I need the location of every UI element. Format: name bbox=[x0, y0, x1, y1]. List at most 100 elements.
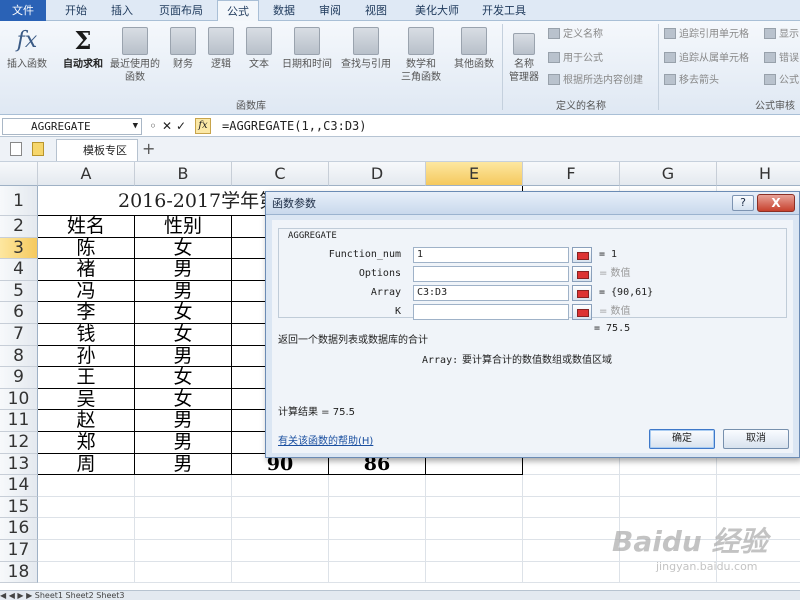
row-header-14[interactable]: 14 bbox=[0, 475, 38, 497]
cell-c18[interactable] bbox=[232, 561, 329, 584]
cell-d16[interactable] bbox=[329, 518, 426, 540]
dialog-titlebar[interactable]: 函数参数 ? X bbox=[266, 192, 799, 215]
cell-a3[interactable]: 陈 bbox=[38, 237, 135, 260]
cell-a10[interactable]: 吴 bbox=[38, 388, 135, 411]
cell-f15[interactable] bbox=[523, 496, 620, 519]
row-header-8[interactable]: 8 bbox=[0, 345, 38, 368]
cell-b11[interactable]: 男 bbox=[135, 410, 232, 432]
cell-b9[interactable]: 女 bbox=[135, 367, 232, 389]
row-header-17[interactable]: 17 bbox=[0, 540, 38, 562]
cell-b7[interactable]: 女 bbox=[135, 323, 232, 346]
cell-h14[interactable] bbox=[717, 475, 800, 497]
arg-input-options[interactable] bbox=[413, 266, 569, 282]
add-tab-icon[interactable]: + bbox=[142, 139, 155, 158]
cell-g14[interactable] bbox=[620, 475, 717, 497]
cell-a6[interactable]: 李 bbox=[38, 302, 135, 324]
row-header-18[interactable]: 18 bbox=[0, 561, 38, 584]
formula-input[interactable]: =AGGREGATE(1,,C3:D3) bbox=[222, 118, 367, 135]
trace-precedents-button[interactable]: 追踪引用单元格 bbox=[664, 27, 749, 43]
create-from-selection-button[interactable]: 根据所选内容创建 bbox=[548, 73, 643, 89]
recent-functions-button[interactable]: 最近使用的 函数 bbox=[106, 27, 164, 84]
tab-page-layout[interactable]: 页面布局 bbox=[148, 0, 214, 21]
cell-e17[interactable] bbox=[426, 540, 523, 562]
column-header-a[interactable]: A bbox=[38, 162, 135, 186]
tab-view[interactable]: 视图 bbox=[356, 0, 396, 21]
cell-a13[interactable]: 周 bbox=[38, 453, 135, 476]
cell-b12[interactable]: 男 bbox=[135, 431, 232, 454]
row-header-7[interactable]: 7 bbox=[0, 324, 38, 346]
cell-b13[interactable]: 男 bbox=[135, 453, 232, 476]
row-header-4[interactable]: 4 bbox=[0, 259, 38, 281]
cell-b4[interactable]: 男 bbox=[135, 259, 232, 281]
row-header-5[interactable]: 5 bbox=[0, 280, 38, 303]
tab-template-zone[interactable]: 模板专区 bbox=[56, 139, 138, 161]
row-header-12[interactable]: 12 bbox=[0, 432, 38, 454]
cancel-button[interactable]: 取消 bbox=[723, 429, 789, 449]
cell-g15[interactable] bbox=[620, 496, 717, 519]
finance-functions-button[interactable]: 财务 bbox=[166, 27, 200, 71]
ok-button[interactable]: 确定 bbox=[649, 429, 715, 449]
cell-a4[interactable]: 褚 bbox=[38, 259, 135, 281]
chevron-down-icon[interactable]: ▼ bbox=[133, 119, 138, 134]
trace-dependents-button[interactable]: 追踪从属单元格 bbox=[664, 51, 749, 67]
cell-c14[interactable] bbox=[232, 475, 329, 497]
range-picker-icon[interactable] bbox=[572, 285, 592, 301]
column-header-d[interactable]: D bbox=[329, 162, 426, 186]
name-manager-button[interactable]: 名称 管理器 bbox=[506, 33, 542, 84]
cell-a12[interactable]: 郑 bbox=[38, 431, 135, 454]
row-header-15[interactable]: 15 bbox=[0, 496, 38, 519]
insert-function-fx-button[interactable]: fx bbox=[195, 118, 211, 134]
cell-b2[interactable]: 性别 bbox=[135, 215, 232, 238]
cell-f18[interactable] bbox=[523, 561, 620, 584]
use-in-formula-button[interactable]: 用于公式 bbox=[548, 51, 603, 67]
cell-d18[interactable] bbox=[329, 561, 426, 584]
new-doc-icon[interactable] bbox=[10, 142, 22, 156]
cell-e16[interactable] bbox=[426, 518, 523, 540]
cell-c16[interactable] bbox=[232, 518, 329, 540]
cell-a5[interactable]: 冯 bbox=[38, 280, 135, 303]
other-functions-button[interactable]: 其他函数 bbox=[448, 27, 500, 71]
cell-b5[interactable]: 男 bbox=[135, 280, 232, 303]
cell-h18[interactable] bbox=[717, 562, 800, 584]
cell-a2[interactable]: 姓名 bbox=[38, 215, 135, 238]
cancel-icon[interactable]: ✕ bbox=[160, 117, 174, 136]
cell-a15[interactable] bbox=[38, 496, 135, 519]
cell-h16[interactable] bbox=[717, 518, 800, 540]
row-header-1[interactable]: 1 bbox=[0, 186, 38, 216]
error-check-button[interactable]: 错误 bbox=[764, 51, 799, 67]
range-picker-icon[interactable] bbox=[572, 304, 592, 320]
tab-insert[interactable]: 插入 bbox=[102, 0, 142, 21]
cell-e18[interactable] bbox=[426, 561, 523, 584]
cell-c17[interactable] bbox=[232, 540, 329, 562]
cell-b3[interactable]: 女 bbox=[135, 237, 232, 260]
column-header-e[interactable]: E bbox=[426, 162, 523, 186]
cell-g18[interactable] bbox=[620, 561, 717, 584]
cell-d14[interactable] bbox=[329, 475, 426, 497]
tab-review[interactable]: 审阅 bbox=[310, 0, 350, 21]
column-header-c[interactable]: C bbox=[232, 162, 329, 186]
cell-e15[interactable] bbox=[426, 496, 523, 519]
cell-f17[interactable] bbox=[523, 540, 620, 562]
tab-data[interactable]: 数据 bbox=[264, 0, 304, 21]
cell-f16[interactable] bbox=[523, 518, 620, 540]
cell-b6[interactable]: 女 bbox=[135, 302, 232, 324]
define-name-button[interactable]: 定义名称 bbox=[548, 27, 603, 43]
cell-d15[interactable] bbox=[329, 496, 426, 519]
cell-a14[interactable] bbox=[38, 475, 135, 497]
column-header-f[interactable]: F bbox=[523, 162, 620, 186]
column-header-h[interactable]: H bbox=[717, 162, 800, 186]
arg-input-array[interactable]: C3:D3 bbox=[413, 285, 569, 301]
row-header-10[interactable]: 10 bbox=[0, 388, 38, 411]
cell-e14[interactable] bbox=[426, 475, 523, 497]
row-header-9[interactable]: 9 bbox=[0, 367, 38, 389]
lookup-functions-button[interactable]: 查找与引用 bbox=[338, 27, 394, 71]
arg-input-function_num[interactable]: 1 bbox=[413, 247, 569, 263]
cell-c15[interactable] bbox=[232, 496, 329, 519]
tab-file[interactable]: 文件 bbox=[0, 0, 46, 21]
cell-b8[interactable]: 男 bbox=[135, 345, 232, 368]
range-picker-icon[interactable] bbox=[572, 247, 592, 263]
cell-g17[interactable] bbox=[620, 540, 717, 562]
tab-developer[interactable]: 开发工具 bbox=[476, 0, 532, 21]
cell-h15[interactable] bbox=[717, 497, 800, 519]
insert-function-button[interactable]: fx 插入函数 bbox=[2, 27, 52, 71]
